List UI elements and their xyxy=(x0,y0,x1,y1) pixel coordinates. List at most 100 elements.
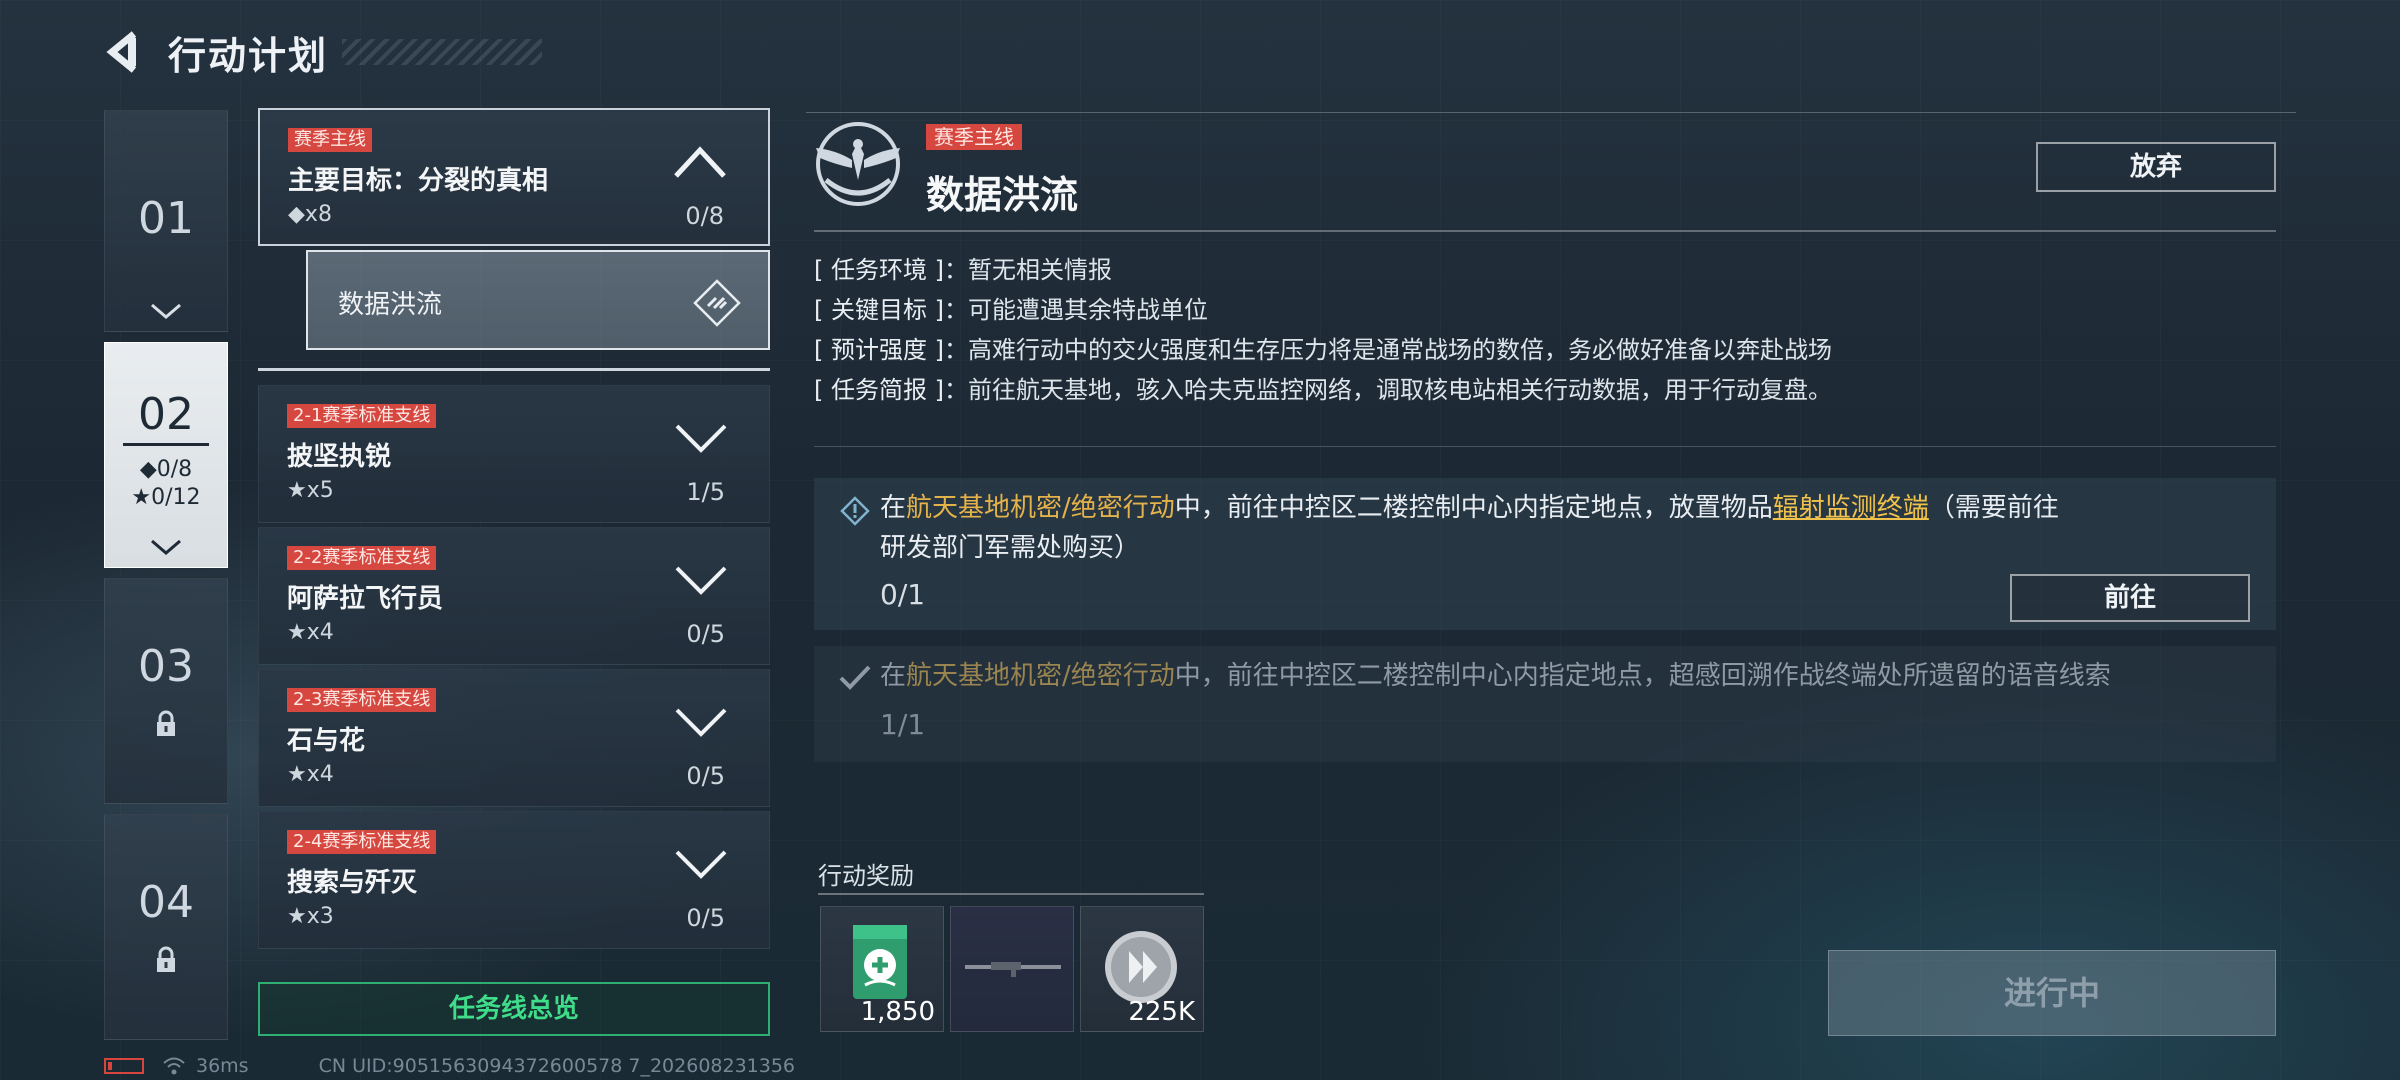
in-progress-button: 进行中 xyxy=(1828,950,2276,1036)
reward-qty: 225K xyxy=(1128,997,1195,1027)
mission-tag: 2-4赛季标准支线 xyxy=(287,830,437,854)
sub-mission-selected[interactable]: 数据洪流 xyxy=(306,250,770,350)
info-divider xyxy=(814,446,2276,447)
task-item-link[interactable]: 辐射监测终端 xyxy=(1773,493,1929,523)
detail-top-line xyxy=(806,112,2296,113)
rewards-title: 行动奖励 xyxy=(818,862,914,890)
mission-info: [ 任务环境 ]：暂无相关情报 [ 关键目标 ]：可能遭遇其余特战单位 [ 预计… xyxy=(814,250,2276,410)
side-mission-card[interactable]: 2-4赛季标准支线 搜索与歼灭 ★x3 0/5 xyxy=(258,811,770,949)
info-intensity: [ 预计强度 ]：高难行动中的交火强度和生存压力将是通常战场的数倍，务必做好准备… xyxy=(814,336,1832,364)
detail-divider xyxy=(814,230,2276,232)
mission-reward: ◆x8 xyxy=(288,202,332,227)
back-button[interactable] xyxy=(100,28,148,76)
chevron-down-icon[interactable] xyxy=(673,562,729,598)
abandon-button[interactable]: 放弃 xyxy=(2036,142,2276,192)
chevron-down-icon xyxy=(151,539,181,555)
lock-icon xyxy=(157,946,175,972)
sub-mission-title: 数据洪流 xyxy=(338,290,443,320)
mission-title: 披坚执锐 xyxy=(287,442,392,472)
info-label: [ 任务环境 ] xyxy=(814,256,944,284)
status-bar: 36ms CN UID:9051563094372600578 7_202608… xyxy=(104,1055,796,1077)
mission-reward: ★x3 xyxy=(287,904,334,929)
mission-reward: ★x5 xyxy=(287,478,334,503)
mission-tag: 赛季主线 xyxy=(288,128,372,152)
chapter-02[interactable]: 02 ◆0/8 ★0/12 xyxy=(104,342,228,568)
task-location: 航天基地机密/绝密行动 xyxy=(906,493,1175,523)
mission-overview-button[interactable]: 任务线总览 xyxy=(258,982,770,1036)
reward-qty: 1,850 xyxy=(860,997,935,1027)
mission-count: 0/5 xyxy=(686,620,725,648)
chapter-03[interactable]: 03 xyxy=(104,578,228,804)
ping-text: 36ms xyxy=(196,1055,249,1077)
info-environment: [ 任务环境 ]：暂无相关情报 xyxy=(814,256,1112,284)
info-value: 可能遭遇其余特战单位 xyxy=(967,296,1208,324)
detail-title: 数据洪流 xyxy=(926,173,1079,217)
task-prefix: 在 xyxy=(880,661,907,691)
lock-icon xyxy=(157,710,175,736)
mission-title: 石与花 xyxy=(287,726,366,756)
mission-tag: 2-1赛季标准支线 xyxy=(287,404,437,428)
objective-diamond-icon xyxy=(693,279,741,327)
chevron-up-icon[interactable] xyxy=(672,144,728,180)
chapter-number: 03 xyxy=(138,641,194,692)
task-progress: 0/1 xyxy=(880,578,926,611)
chevron-down-icon[interactable] xyxy=(673,420,729,456)
task-card-active: 在航天基地机密/绝密行动中，前往中控区二楼控制中心内指定地点，放置物品辐射监测终… xyxy=(814,478,2276,630)
info-value: 暂无相关情报 xyxy=(967,256,1112,284)
chapter-diamond-progress: ◆0/8 xyxy=(139,457,193,482)
chapter-list: 01 02 ◆0/8 ★0/12 03 04 xyxy=(104,110,228,1050)
info-label: [ 任务简报 ] xyxy=(814,376,944,404)
side-mission-card[interactable]: 2-1赛季标准支线 披坚执锐 ★x5 1/5 xyxy=(258,385,770,523)
task-description: 在航天基地机密/绝密行动中，前往中控区二楼控制中心内指定地点，放置物品辐射监测终… xyxy=(880,488,2060,568)
info-key-target: [ 关键目标 ]：可能遭遇其余特战单位 xyxy=(814,296,1208,324)
alert-diamond-icon xyxy=(840,496,870,526)
mission-count: 0/8 xyxy=(685,202,724,230)
chevron-down-icon xyxy=(151,303,181,319)
list-divider xyxy=(258,368,770,371)
mission-title: 主要目标：分裂的真相 xyxy=(288,166,549,196)
rewards-underline xyxy=(818,893,1204,895)
chevron-down-icon[interactable] xyxy=(673,846,729,882)
mission-reward: ★x4 xyxy=(287,762,334,787)
chapter-number: 02 xyxy=(138,389,194,440)
reward-item[interactable] xyxy=(950,906,1074,1032)
battery-icon xyxy=(104,1058,144,1074)
task-prefix: 在 xyxy=(880,493,907,523)
task-progress: 1/1 xyxy=(880,708,926,741)
rifle-icon xyxy=(965,962,1061,977)
chevron-down-icon[interactable] xyxy=(673,704,729,740)
detail-tag: 赛季主线 xyxy=(926,124,1022,150)
reward-item[interactable]: 225K xyxy=(1080,906,1204,1032)
mission-count: 0/5 xyxy=(686,904,725,932)
task-middle: 中，前往中控区二楼控制中心内指定地点，放置物品 xyxy=(1174,493,1773,523)
task-middle: 中，前往中控区二楼控制中心内指定地点，超感回溯作战终端处所遗留的语音线索 xyxy=(1174,661,2111,691)
mission-count: 1/5 xyxy=(686,478,725,506)
chapter-star-progress: ★0/12 xyxy=(131,485,201,510)
chapter-number: 04 xyxy=(138,877,194,928)
page-title: 行动计划 xyxy=(168,33,329,78)
mission-title: 搜索与歼灭 xyxy=(287,868,418,898)
mission-count: 0/5 xyxy=(686,762,725,790)
check-icon xyxy=(839,665,871,690)
task-card-completed: 在航天基地机密/绝密行动中，前往中控区二楼控制中心内指定地点，超感回溯作战终端处… xyxy=(814,646,2276,762)
mission-tag: 2-2赛季标准支线 xyxy=(287,546,437,570)
chapter-underline xyxy=(123,443,209,446)
side-mission-card[interactable]: 2-3赛季标准支线 石与花 ★x4 0/5 xyxy=(258,669,770,807)
side-mission-card[interactable]: 2-2赛季标准支线 阿萨拉飞行员 ★x4 0/5 xyxy=(258,527,770,665)
mission-tag: 2-3赛季标准支线 xyxy=(287,688,437,712)
main-mission-card[interactable]: 赛季主线 主要目标：分裂的真相 ◆x8 0/8 xyxy=(258,108,770,246)
task-location: 航天基地机密/绝密行动 xyxy=(906,661,1175,691)
chapter-01[interactable]: 01 xyxy=(104,110,228,332)
chapter-04[interactable]: 04 xyxy=(104,814,228,1040)
wifi-icon xyxy=(163,1057,185,1075)
info-briefing: [ 任务简报 ]：前往航天基地，骇入哈夫克监控网络，调取核电站相关行动数据，用于… xyxy=(814,376,1832,404)
task-description: 在航天基地机密/绝密行动中，前往中控区二楼控制中心内指定地点，超感回溯作战终端处… xyxy=(880,656,2260,696)
info-label: [ 预计强度 ] xyxy=(814,336,944,364)
uid-text: CN UID:9051563094372600578 7_20260823135… xyxy=(318,1055,796,1077)
back-arrow-icon xyxy=(106,31,137,73)
reward-item[interactable]: 1,850 xyxy=(820,906,944,1032)
go-button[interactable]: 前往 xyxy=(2010,574,2250,622)
info-label: [ 关键目标 ] xyxy=(814,296,944,324)
chapter-number: 01 xyxy=(138,193,194,244)
mission-list: 赛季主线 主要目标：分裂的真相 ◆x8 0/8 数据洪流 2-1赛季标准支线 披… xyxy=(258,108,770,953)
